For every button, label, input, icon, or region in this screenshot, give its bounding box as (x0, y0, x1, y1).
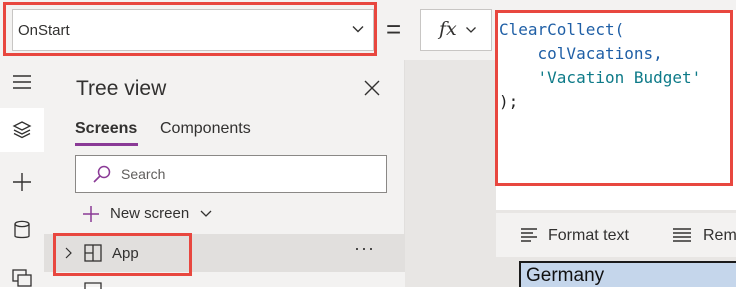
format-text-button[interactable]: Format text (548, 227, 629, 245)
remove-formatting-icon (673, 228, 691, 242)
rail-menu[interactable] (0, 60, 44, 104)
tab-components[interactable]: Components (160, 120, 251, 138)
format-toolbar: Format text Rem (496, 213, 736, 257)
active-tab-indicator (75, 143, 138, 146)
chevron-down-icon (200, 210, 212, 217)
left-rail (0, 60, 44, 287)
highlight-box-app (53, 233, 192, 276)
highlight-box-property (3, 2, 377, 56)
more-options-button[interactable]: ··· (354, 238, 375, 259)
close-icon[interactable] (362, 78, 382, 98)
hamburger-icon (13, 75, 31, 89)
equals-sign: = (386, 14, 402, 44)
database-icon (14, 220, 30, 239)
search-input[interactable]: Search (75, 155, 387, 193)
plus-icon (13, 173, 31, 191)
fx-icon: fx (439, 18, 457, 40)
plus-icon (83, 206, 99, 222)
rail-media[interactable] (0, 256, 44, 300)
new-screen-label: New screen (110, 205, 190, 222)
fx-button[interactable]: fx (420, 9, 492, 51)
search-icon (93, 165, 111, 183)
tab-screens[interactable]: Screens (75, 120, 137, 138)
media-icon (12, 269, 32, 287)
search-placeholder: Search (121, 166, 166, 182)
cell-text: Germany (526, 265, 605, 286)
highlight-box-formula (495, 10, 733, 186)
rail-data[interactable] (0, 208, 44, 252)
layers-icon (12, 121, 32, 139)
screen-icon (84, 282, 102, 289)
panel-title: Tree view (76, 77, 167, 100)
remove-formatting-button[interactable]: Rem (703, 227, 736, 245)
rail-insert[interactable] (0, 160, 44, 204)
chevron-down-icon (466, 27, 476, 33)
gallery-cell[interactable]: Germany (519, 261, 736, 287)
rail-tree-view[interactable] (0, 108, 44, 152)
format-text-icon (521, 228, 537, 242)
